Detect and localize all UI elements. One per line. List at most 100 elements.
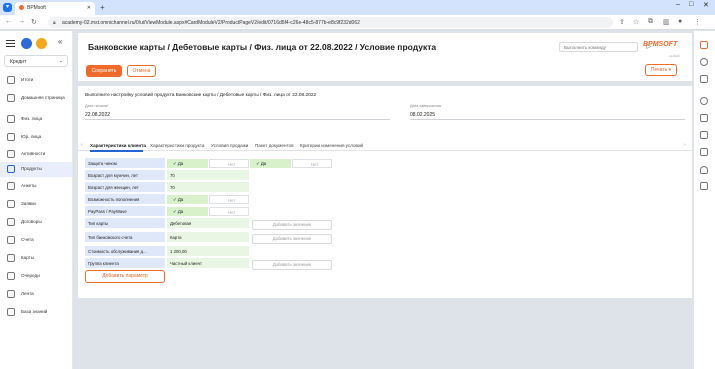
sidebar-item-cards[interactable]: Карты	[0, 251, 72, 268]
start-date-label: Дата начала*	[85, 104, 109, 108]
url-field[interactable]: 🔒︎ academy-02.mst.omnichannel.ru/0/ui/Vi…	[48, 17, 613, 28]
sidebar-item-contracts[interactable]: Договоры	[0, 215, 72, 232]
collapse-sidebar-icon[interactable]: «	[58, 37, 62, 46]
share-icon[interactable]: ⇪	[619, 18, 625, 26]
browser-tab[interactable]: BPMsoft ✕	[15, 2, 95, 15]
sidebar-item-feed[interactable]: Лента	[0, 287, 72, 304]
phone-icon[interactable]	[700, 97, 708, 105]
tab-product-characteristics[interactable]: Характеристики продукта	[150, 143, 204, 148]
bell-icon[interactable]	[700, 166, 708, 174]
brand-logo-sub: CLOUD	[669, 54, 680, 58]
chat-icon[interactable]	[700, 148, 708, 156]
star-icon[interactable]: ☆	[633, 18, 639, 26]
settings-icon[interactable]	[700, 58, 708, 66]
feed-icon[interactable]	[700, 182, 708, 190]
param-value[interactable]: 70	[167, 170, 249, 180]
sidebar: « Кредит ⌄ Итоги Домашняя страница Физ. …	[0, 31, 73, 369]
sidepanel-icon[interactable]: ▥	[663, 18, 670, 26]
sidebar-item-accounts[interactable]: Счета	[0, 233, 72, 250]
new-tab-icon[interactable]: +	[100, 3, 105, 12]
option-yes-selected[interactable]: ✓ Да	[167, 159, 208, 168]
sidebar-item-applications[interactable]: Заявки	[0, 197, 72, 214]
cancel-button[interactable]: Отмена	[127, 65, 156, 77]
option-no[interactable]: Нет	[209, 159, 249, 168]
param-value[interactable]: Дебетовая	[167, 218, 249, 228]
param-value[interactable]: Карта	[167, 232, 249, 242]
workplace-dropdown[interactable]: Кредит ⌄	[4, 55, 68, 67]
profile-icon[interactable]: ●	[678, 18, 682, 25]
check-icon: ✓	[173, 197, 177, 202]
help-icon[interactable]	[700, 75, 708, 83]
option-yes-selected[interactable]: ✓ Да	[167, 207, 208, 216]
param-label: PayPass / PayWave	[85, 206, 165, 216]
calendar-icon[interactable]	[700, 131, 708, 139]
tabs-scroll-left-icon[interactable]: ‹	[81, 142, 83, 148]
tab-documents[interactable]: Пакет документов	[255, 143, 294, 148]
sidebar-item-totals[interactable]: Итоги	[0, 73, 72, 90]
command-input[interactable]: Выполнить команду ▷	[559, 42, 651, 52]
param-label: Возраст для мужчин, лет	[85, 170, 165, 180]
back-icon[interactable]: ←	[5, 18, 12, 25]
main-content: Банковские карты / Дебетовые карты / Физ…	[78, 33, 692, 366]
option-yes-selected[interactable]: ✓ Да	[250, 159, 291, 168]
sidebar-item-label: Счета	[21, 237, 34, 242]
home-icon[interactable]	[21, 38, 32, 49]
option-no[interactable]: Нет	[209, 195, 249, 204]
sidebar-item-knowledge-base[interactable]: База знаний	[0, 305, 72, 322]
param-value[interactable]: Частный клиент	[167, 258, 249, 268]
account-icon	[7, 236, 15, 244]
forward-icon[interactable]: →	[18, 18, 25, 25]
param-label: Стоимость обслуживания д...	[85, 246, 165, 256]
sidebar-item-home[interactable]: Домашняя страница	[0, 91, 72, 111]
address-bar: ← → ↻ 🔒︎ academy-02.mst.omnichannel.ru/0…	[0, 15, 715, 30]
lock-panel-icon[interactable]	[700, 41, 708, 49]
param-label: Группа клиента	[85, 258, 165, 268]
sidebar-item-legal-entities[interactable]: Юр. лица	[0, 130, 72, 147]
hamburger-icon[interactable]	[6, 40, 15, 47]
sidebar-item-label: Карты	[21, 255, 35, 260]
sidebar-item-label: Заявки	[21, 201, 36, 206]
minimize-icon[interactable]: –	[676, 1, 680, 8]
option-no[interactable]: Нет	[209, 207, 249, 216]
email-icon[interactable]	[700, 114, 708, 122]
sidebar-item-label: Физ. лица	[21, 116, 43, 121]
end-date-label: Дата завершения	[410, 104, 441, 108]
option-yes-selected[interactable]: ✓ Да	[167, 195, 208, 204]
close-window-icon[interactable]: ✕	[703, 1, 709, 9]
tab-client-characteristics[interactable]: Характеристики клиента	[90, 143, 146, 148]
check-icon: ✓	[256, 161, 260, 166]
chart-icon	[7, 76, 15, 84]
close-tab-icon[interactable]: ✕	[87, 5, 91, 11]
notification-icon[interactable]	[36, 38, 47, 49]
add-parameter-button[interactable]: Добавить параметр	[85, 270, 165, 283]
person-icon	[7, 115, 15, 123]
print-button[interactable]: Печать ▾	[645, 64, 677, 76]
browser-more-icon[interactable]: ⋮	[694, 18, 701, 26]
tabs-scroll-right-icon[interactable]: ›	[684, 142, 686, 148]
end-date-field[interactable]: 08.02.2025	[410, 112, 435, 118]
add-value-button[interactable]: Добавить значение	[252, 220, 332, 230]
sidebar-item-label: Договоры	[21, 219, 42, 224]
tab-change-criteria[interactable]: Критерии изменения условий	[300, 143, 363, 148]
param-label: Тип карты	[85, 218, 165, 228]
extensions-icon[interactable]: ⧉	[648, 18, 653, 26]
sidebar-item-queues[interactable]: Очереди	[0, 269, 72, 286]
save-button[interactable]: Сохранить	[86, 65, 122, 77]
add-value-button[interactable]: Добавить значение	[252, 234, 332, 244]
reload-icon[interactable]: ↻	[31, 18, 37, 26]
sidebar-item-individuals[interactable]: Физ. лица	[0, 112, 72, 129]
favicon-icon	[19, 5, 24, 10]
sidebar-item-label: Юр. лица	[21, 134, 42, 139]
sidebar-item-products[interactable]: Продукты	[0, 162, 72, 177]
maximize-icon[interactable]: □	[689, 1, 693, 8]
browser-menu-icon[interactable]: ▾	[3, 3, 12, 12]
option-no[interactable]: Нет	[292, 159, 332, 168]
start-date-field[interactable]: 22.08.2022	[85, 112, 110, 118]
add-value-button[interactable]: Добавить значение	[252, 260, 332, 270]
sidebar-item-questionnaires[interactable]: Анкеты	[0, 179, 72, 196]
param-label: Возможность пополнения	[85, 194, 165, 204]
browser-tab-bar: ▾ BPMsoft ✕ + – □ ✕	[0, 0, 715, 15]
tab-sale-conditions[interactable]: Условия продажи	[211, 143, 248, 148]
param-value[interactable]: 70	[167, 182, 249, 192]
param-value[interactable]: 1 200,00	[167, 246, 249, 256]
